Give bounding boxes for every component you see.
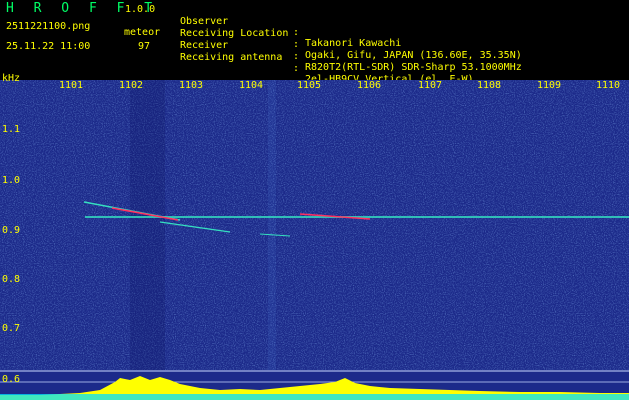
spectrogram-noise xyxy=(0,80,629,370)
khz-tick: 1.1 xyxy=(2,124,21,135)
khz-tick: 0.7 xyxy=(2,323,21,334)
time-tick: 1110 xyxy=(596,80,621,91)
time-tick: 1103 xyxy=(179,80,204,91)
time-tick: 1101 xyxy=(59,80,84,91)
info-value: Takanori Kawachi xyxy=(305,38,402,49)
file-name: 2511221100.png xyxy=(6,21,91,32)
time-tick: 1106 xyxy=(357,80,382,91)
info-colon: : xyxy=(293,51,300,62)
info-colon: : xyxy=(293,63,300,74)
time-tick: 1105 xyxy=(297,80,322,91)
noise-band xyxy=(130,80,165,370)
khz-tick: 0.9 xyxy=(2,225,21,236)
khz-tick: 1.0 xyxy=(2,175,21,186)
info-row-receiver: Receiver : R820T2(RTL-SDR) SDR-Sharp 53.… xyxy=(180,29,522,73)
info-colon: : xyxy=(293,27,300,38)
info-row-antenna: Receiving antenna : 2el-HB9CV Vertical (… xyxy=(180,41,474,85)
info-row-location: Receiving Location : Ogaki, Gifu, JAPAN … xyxy=(180,17,522,61)
khz-tick: 0.8 xyxy=(2,274,21,285)
time-tick: 1104 xyxy=(239,80,264,91)
app-version: 1.0.0 xyxy=(125,4,156,15)
meteor-count: 97 xyxy=(138,41,151,52)
khz-tick: 0.6 xyxy=(2,374,21,385)
meteor-label: meteor xyxy=(124,27,161,38)
info-value: R820T2(RTL-SDR) SDR-Sharp 53.1000MHz xyxy=(305,62,522,73)
spectrogram-plot xyxy=(0,80,629,400)
time-tick: 1102 xyxy=(119,80,144,91)
noise-band xyxy=(268,80,276,370)
baseline-band xyxy=(0,394,629,400)
info-label: Receiving antenna xyxy=(180,52,283,63)
info-row-observer: Observer : Takanori Kawachi xyxy=(180,5,401,49)
khz-axis-label: kHz xyxy=(2,73,21,84)
time-tick: 1107 xyxy=(418,80,443,91)
time-tick: 1108 xyxy=(477,80,502,91)
timestamp: 25.11.22 11:00 xyxy=(6,41,91,52)
info-value: Ogaki, Gifu, JAPAN (136.60E, 35.35N) xyxy=(305,50,522,61)
info-colon: : xyxy=(293,39,300,50)
header-panel: H R O F F T 1.0.0 2511221100.png 25.11.2… xyxy=(0,0,629,85)
time-tick: 1109 xyxy=(537,80,562,91)
